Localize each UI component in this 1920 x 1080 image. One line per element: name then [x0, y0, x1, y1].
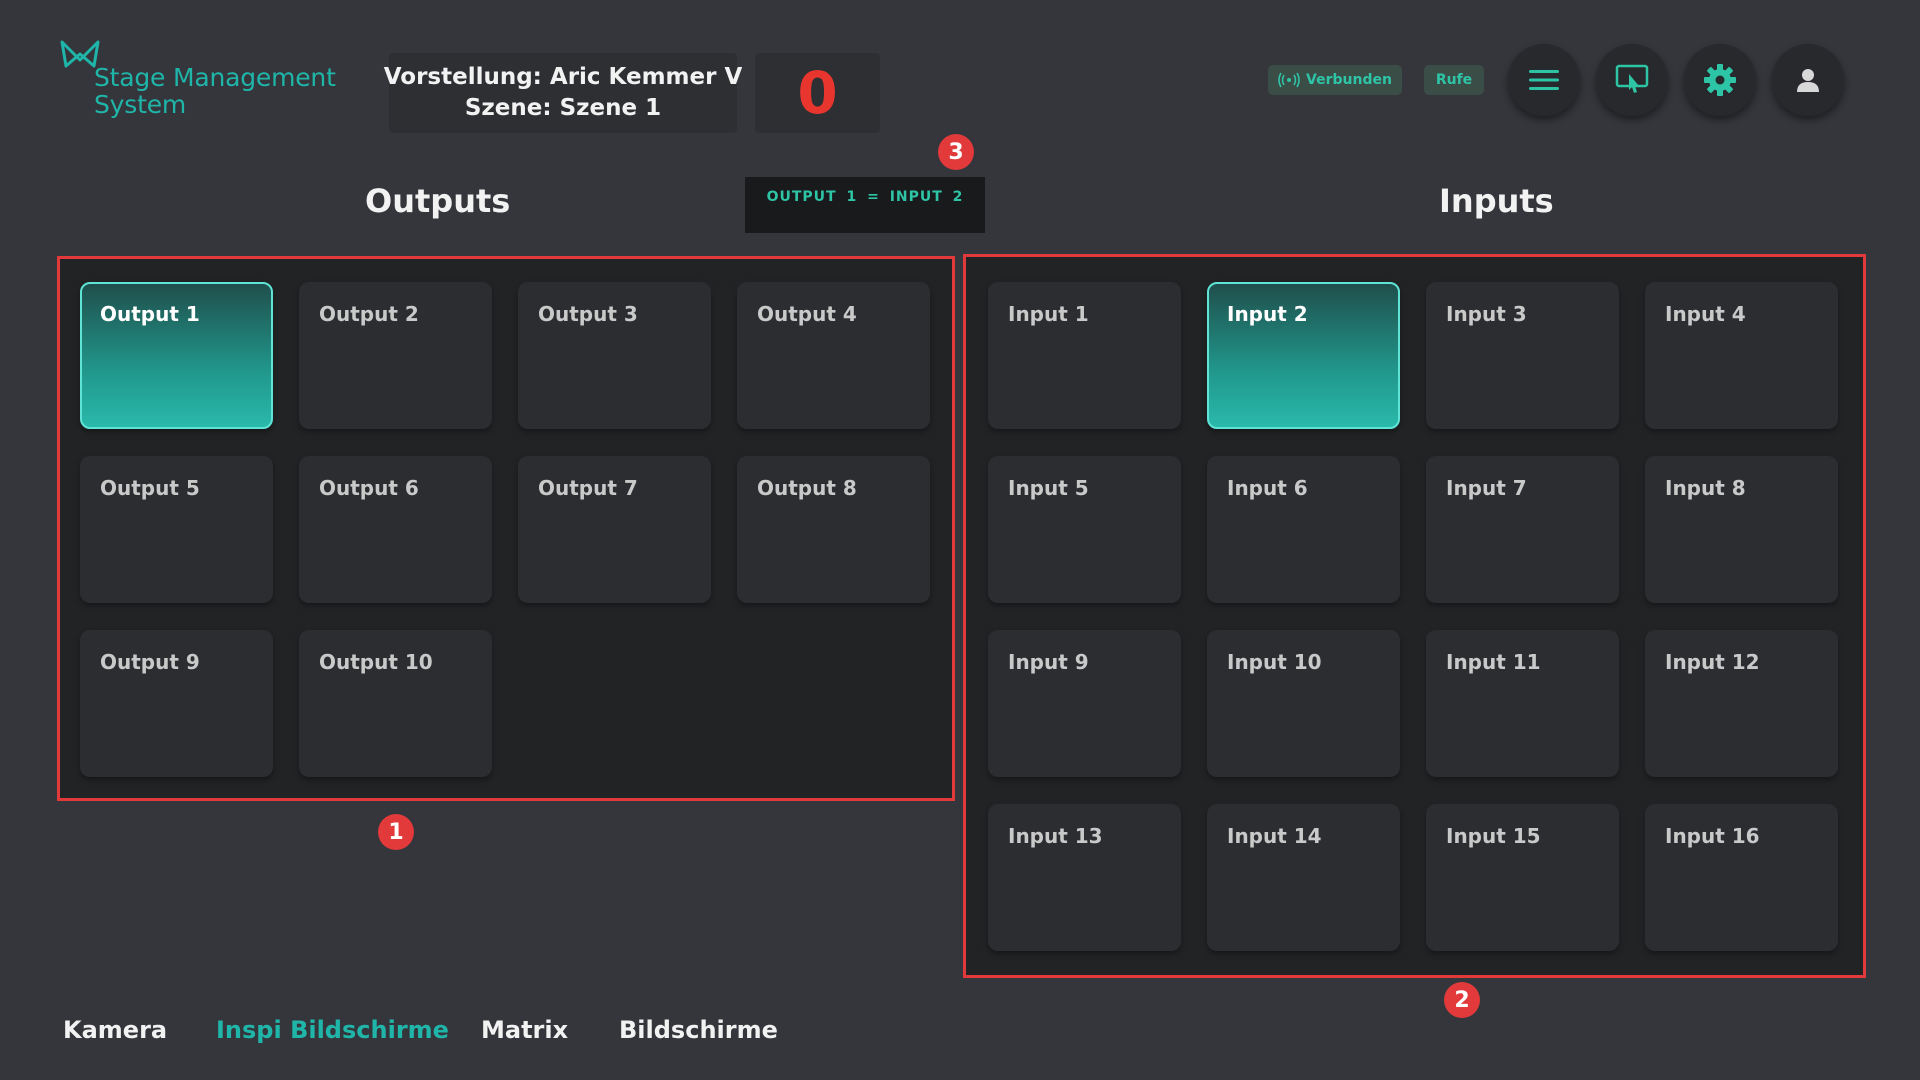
input-tile-label: Input 16 [1665, 824, 1760, 848]
marker-outputs: 1 [378, 814, 414, 850]
output-tile-5[interactable]: Output 5 [80, 456, 273, 603]
routing-display: OUTPUT 1 = INPUT 2 [745, 177, 985, 233]
marker-routing: 3 [938, 134, 974, 170]
output-tile-4[interactable]: Output 4 [737, 282, 930, 429]
output-tile-label: Output 4 [757, 302, 857, 326]
gear-icon [1704, 64, 1736, 96]
output-tile-label: Output 1 [100, 302, 200, 326]
input-tile-label: Input 10 [1227, 650, 1322, 674]
output-tile-3[interactable]: Output 3 [518, 282, 711, 429]
input-tile-3[interactable]: Input 3 [1426, 282, 1619, 429]
marker-inputs: 2 [1444, 982, 1480, 1018]
output-tile-label: Output 2 [319, 302, 419, 326]
input-tile-label: Input 13 [1008, 824, 1103, 848]
nav-bildschirme[interactable]: Bildschirme [619, 1016, 778, 1044]
output-tile-6[interactable]: Output 6 [299, 456, 492, 603]
wireless-icon [1278, 72, 1300, 88]
show-title: Vorstellung: Aric Kemmer V [383, 64, 743, 90]
input-tile-label: Input 3 [1446, 302, 1527, 326]
input-tile-label: Input 11 [1446, 650, 1541, 674]
output-tile-2[interactable]: Output 2 [299, 282, 492, 429]
show-info: Vorstellung: Aric Kemmer V Szene: Szene … [384, 53, 742, 133]
inputs-title: Inputs [1439, 182, 1554, 220]
input-tile-label: Input 15 [1446, 824, 1541, 848]
input-tile-2[interactable]: Input 2 [1207, 282, 1400, 429]
input-tile-11[interactable]: Input 11 [1426, 630, 1619, 777]
output-tile-label: Output 7 [538, 476, 638, 500]
output-tile-label: Output 5 [100, 476, 200, 500]
output-tile-label: Output 3 [538, 302, 638, 326]
input-tile-5[interactable]: Input 5 [988, 456, 1181, 603]
nav-kamera[interactable]: Kamera [63, 1016, 167, 1044]
app-name: Stage Management System [94, 63, 336, 119]
input-tile-14[interactable]: Input 14 [1207, 804, 1400, 951]
input-tile-label: Input 5 [1008, 476, 1089, 500]
input-tile-12[interactable]: Input 12 [1645, 630, 1838, 777]
input-tile-label: Input 4 [1665, 302, 1746, 326]
settings-button[interactable] [1684, 44, 1756, 116]
app-logo: Stage Management System [60, 38, 340, 128]
routing-text: OUTPUT 1 = INPUT 2 [766, 189, 964, 205]
input-tile-7[interactable]: Input 7 [1426, 456, 1619, 603]
input-tile-label: Input 1 [1008, 302, 1089, 326]
input-tile-label: Input 6 [1227, 476, 1308, 500]
menu-icon [1529, 70, 1559, 90]
user-icon [1797, 69, 1819, 92]
inputs-panel: Input 1 Input 2 Input 3 Input 4 Input 5 Input… [963, 254, 1866, 978]
input-tile-9[interactable]: Input 9 [988, 630, 1181, 777]
output-tile-label: Output 6 [319, 476, 419, 500]
input-tile-15[interactable]: Input 15 [1426, 804, 1619, 951]
connection-label: Verbunden [1306, 72, 1392, 88]
output-tile-label: Output 9 [100, 650, 200, 674]
output-tile-9[interactable]: Output 9 [80, 630, 273, 777]
menu-button[interactable] [1508, 44, 1580, 116]
outputs-title: Outputs [365, 182, 511, 220]
counter-display: 0 [755, 53, 880, 133]
input-tile-13[interactable]: Input 13 [988, 804, 1181, 951]
call-button[interactable]: Rufe [1424, 65, 1484, 95]
input-tile-4[interactable]: Input 4 [1645, 282, 1838, 429]
output-tile-label: Output 10 [319, 650, 433, 674]
profile-button[interactable] [1772, 44, 1844, 116]
input-tile-8[interactable]: Input 8 [1645, 456, 1838, 603]
output-tile-label: Output 8 [757, 476, 857, 500]
scene-title: Szene: Szene 1 [464, 95, 662, 121]
output-tile-1[interactable]: Output 1 [80, 282, 273, 429]
screen-button[interactable] [1596, 44, 1668, 116]
input-tile-label: Input 14 [1227, 824, 1322, 848]
input-tile-1[interactable]: Input 1 [988, 282, 1181, 429]
outputs-panel: Output 1 Output 2 Output 3 Output 4 Output 5… [57, 256, 955, 801]
input-tile-label: Input 2 [1227, 302, 1308, 326]
input-tile-label: Input 7 [1446, 476, 1527, 500]
input-tile-label: Input 12 [1665, 650, 1760, 674]
nav-inspi-bildschirme[interactable]: Inspi Bildschirme [216, 1016, 449, 1044]
input-tile-label: Input 9 [1008, 650, 1089, 674]
input-tile-16[interactable]: Input 16 [1645, 804, 1838, 951]
output-tile-8[interactable]: Output 8 [737, 456, 930, 603]
screen-touch-icon [1615, 64, 1649, 93]
connection-status: Verbunden [1268, 65, 1402, 95]
nav-matrix[interactable]: Matrix [481, 1016, 568, 1044]
input-tile-6[interactable]: Input 6 [1207, 456, 1400, 603]
output-tile-10[interactable]: Output 10 [299, 630, 492, 777]
output-tile-7[interactable]: Output 7 [518, 456, 711, 603]
input-tile-10[interactable]: Input 10 [1207, 630, 1400, 777]
input-tile-label: Input 8 [1665, 476, 1746, 500]
